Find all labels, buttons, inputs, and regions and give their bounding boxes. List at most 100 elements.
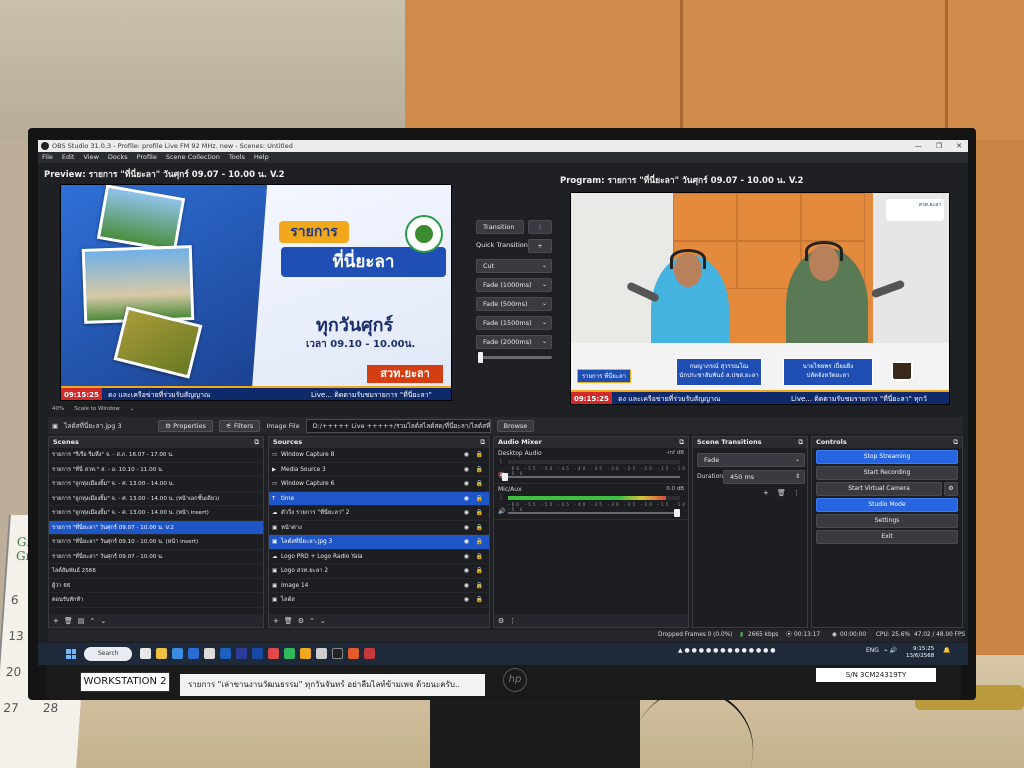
scene-item[interactable]: รายการ "ที่นี่ยะลา" วันศุกร์ 09.07 - 10.…: [49, 520, 263, 535]
visibility-eye-icon[interactable]: ◉: [464, 463, 469, 478]
source-item[interactable]: ▣ หน้าต่าง ◉ 🔒: [269, 521, 489, 536]
lock-icon[interactable]: 🔒: [476, 521, 483, 536]
volume-handle[interactable]: [502, 473, 508, 481]
scene-item[interactable]: ไลต์สัมพันธ์ 2566: [49, 564, 263, 579]
t-bar-track[interactable]: [478, 356, 552, 359]
visibility-eye-icon[interactable]: ◉: [464, 477, 469, 492]
quick-transition-fade-1500[interactable]: Fade (1500ms) ⌄: [476, 316, 552, 330]
browse-button[interactable]: Browse: [496, 419, 535, 432]
scene-item[interactable]: รายการ "ที่นี่ สวท." ส. - อ. 10.10 - 11.…: [49, 463, 263, 477]
move-down-icon[interactable]: ⌄: [100, 617, 106, 625]
filters-button[interactable]: ⚟ Filters: [218, 419, 261, 432]
virtual-camera-settings-icon[interactable]: ⚙: [944, 482, 958, 496]
exit-button[interactable]: Exit: [816, 530, 958, 544]
studio-mode-button[interactable]: Studio Mode: [816, 498, 958, 512]
image-file-path[interactable]: D:/+++++ Live +++++/รวมไลต์สไลต์สด/ที่นี…: [305, 418, 491, 433]
chevron-down-icon[interactable]: ⌄: [130, 406, 135, 412]
lock-icon[interactable]: 🔒: [476, 579, 483, 594]
photoshop-icon[interactable]: [252, 648, 263, 659]
quick-transition-fade-2000[interactable]: Fade (2000ms) ⌄: [476, 335, 552, 349]
properties-button[interactable]: ⚙ Properties: [158, 419, 213, 432]
source-settings-icon[interactable]: ⚙: [298, 617, 304, 625]
menu-view[interactable]: View: [83, 152, 98, 163]
t-bar-handle[interactable]: [478, 352, 483, 363]
system-tray-icons[interactable]: ▲ ● ● ● ● ● ● ● ● ● ● ● ● ●: [678, 647, 775, 654]
source-item[interactable]: ▣ Logo สวท.ยะลา 2 ◉ 🔒: [269, 564, 489, 579]
scene-item[interactable]: ตอนรับทักท้า: [49, 593, 263, 608]
minimize-button[interactable]: —: [915, 140, 922, 152]
menu-help[interactable]: Help: [254, 152, 269, 163]
transition-menu-icon[interactable]: ⋮: [528, 220, 552, 234]
obs-taskbar-icon[interactable]: [332, 648, 343, 659]
wifi-volume-icon[interactable]: ⌁ 🔊: [884, 647, 897, 654]
volume-slider[interactable]: [502, 473, 680, 481]
move-down-icon[interactable]: ⌄: [320, 617, 326, 625]
lock-icon[interactable]: 🔒: [476, 593, 483, 608]
volume-slider[interactable]: [508, 509, 680, 517]
notification-icon[interactable]: 🔔: [943, 647, 950, 654]
mixer-menu-icon[interactable]: ⋮: [509, 617, 516, 625]
lock-icon[interactable]: 🔒: [476, 535, 483, 550]
lock-icon[interactable]: 🔒: [476, 463, 483, 478]
settings-button[interactable]: Settings: [816, 514, 958, 528]
chrome-icon[interactable]: [300, 648, 311, 659]
visibility-eye-icon[interactable]: ◉: [464, 579, 469, 594]
mixer-settings-icon[interactable]: ⚙: [498, 617, 504, 625]
scene-item[interactable]: รายการ "ที่นี่ยะลา" วันศุกร์ 09.07 - 10.…: [49, 550, 263, 564]
photos-icon[interactable]: [220, 648, 231, 659]
remove-source-icon[interactable]: 🗑: [284, 617, 293, 625]
source-item[interactable]: ▣ Image 14 ◉ 🔒: [269, 579, 489, 594]
transition-menu-icon[interactable]: ⋮: [793, 489, 800, 497]
zoom-level[interactable]: 40%: [52, 406, 64, 412]
taskbar-clock[interactable]: 9:15:25 13/6/2568: [906, 646, 934, 660]
source-item[interactable]: ▭ Window Capture 8 ◉ 🔒: [269, 448, 489, 463]
menu-scene-collection[interactable]: Scene Collection: [166, 152, 220, 163]
taskbar-search[interactable]: Search: [84, 647, 132, 661]
scene-item[interactable]: รายการ "ลูกทุ่งเมืองยิ้ม" จ. - ศ. 13.00 …: [49, 506, 263, 521]
add-transition-icon[interactable]: +: [763, 489, 769, 497]
app-icon[interactable]: [268, 648, 279, 659]
channel-menu-icon[interactable]: ⋮: [498, 458, 504, 465]
lock-icon[interactable]: 🔒: [476, 448, 483, 463]
app-icon[interactable]: [348, 648, 359, 659]
scene-item[interactable]: รายการ "ที่นี่ยะลา" วันศุกร์ 09.10 - 10.…: [49, 535, 263, 550]
visibility-eye-icon[interactable]: ◉: [464, 564, 469, 579]
visibility-eye-icon[interactable]: ◉: [464, 521, 469, 536]
source-item[interactable]: Ttime ◉ 🔒: [269, 491, 489, 507]
audition-icon[interactable]: [236, 648, 247, 659]
quick-transition-fade-1000[interactable]: Fade (1000ms) ⌄: [476, 278, 552, 292]
move-up-icon[interactable]: ⌃: [89, 617, 95, 625]
visibility-eye-icon[interactable]: ◉: [464, 506, 469, 521]
remove-transition-icon[interactable]: 🗑: [777, 489, 786, 497]
lock-icon[interactable]: 🔒: [476, 564, 483, 579]
quick-transition-cut[interactable]: Cut ⌄: [476, 259, 552, 273]
line-icon[interactable]: [284, 648, 295, 659]
source-item[interactable]: ▣ ไลต์สที่นี่ยะลา.jpg 3 ◉ 🔒: [269, 535, 489, 550]
source-item[interactable]: ☁ Logo PRD + Logo Radio Yala ◉ 🔒: [269, 550, 489, 565]
menu-edit[interactable]: Edit: [62, 152, 75, 163]
start-recording-button[interactable]: Start Recording: [816, 466, 958, 480]
source-item[interactable]: ▶ Media Source 3 ◉ 🔒: [269, 463, 489, 478]
word-icon[interactable]: [188, 648, 199, 659]
source-item[interactable]: ▣ ไลต์ส ◉ 🔒: [269, 593, 489, 608]
move-up-icon[interactable]: ⌃: [309, 617, 315, 625]
scene-item[interactable]: ผู้ว่า 66: [49, 579, 263, 593]
file-explorer-icon[interactable]: [156, 648, 167, 659]
add-source-icon[interactable]: +: [273, 617, 279, 625]
visibility-eye-icon[interactable]: ◉: [464, 492, 469, 507]
menu-docks[interactable]: Docks: [108, 152, 128, 163]
add-transition-icon[interactable]: +: [528, 239, 552, 253]
maximize-button[interactable]: ❐: [936, 140, 942, 152]
preview-canvas[interactable]: รายการ ที่นี่ยะลา ทุกวันศุกร์ เวลา 09.10…: [60, 184, 452, 401]
speaker-icon[interactable]: 🔊: [498, 508, 505, 515]
menu-file[interactable]: File: [42, 152, 53, 163]
scene-item[interactable]: รายการ "ลูกทุ่งเมืองยิ้ม" จ. - ศ. 13.00 …: [49, 492, 263, 506]
close-button[interactable]: ✕: [956, 140, 962, 152]
store-icon[interactable]: [204, 648, 215, 659]
visibility-eye-icon[interactable]: ◉: [464, 448, 469, 463]
visibility-eye-icon[interactable]: ◉: [464, 593, 469, 608]
source-item[interactable]: ▭ Window Capture 6 ◉ 🔒: [269, 477, 489, 492]
language-indicator[interactable]: ENG: [866, 647, 879, 654]
add-scene-icon[interactable]: +: [53, 617, 59, 625]
lock-icon[interactable]: 🔒: [476, 550, 483, 565]
